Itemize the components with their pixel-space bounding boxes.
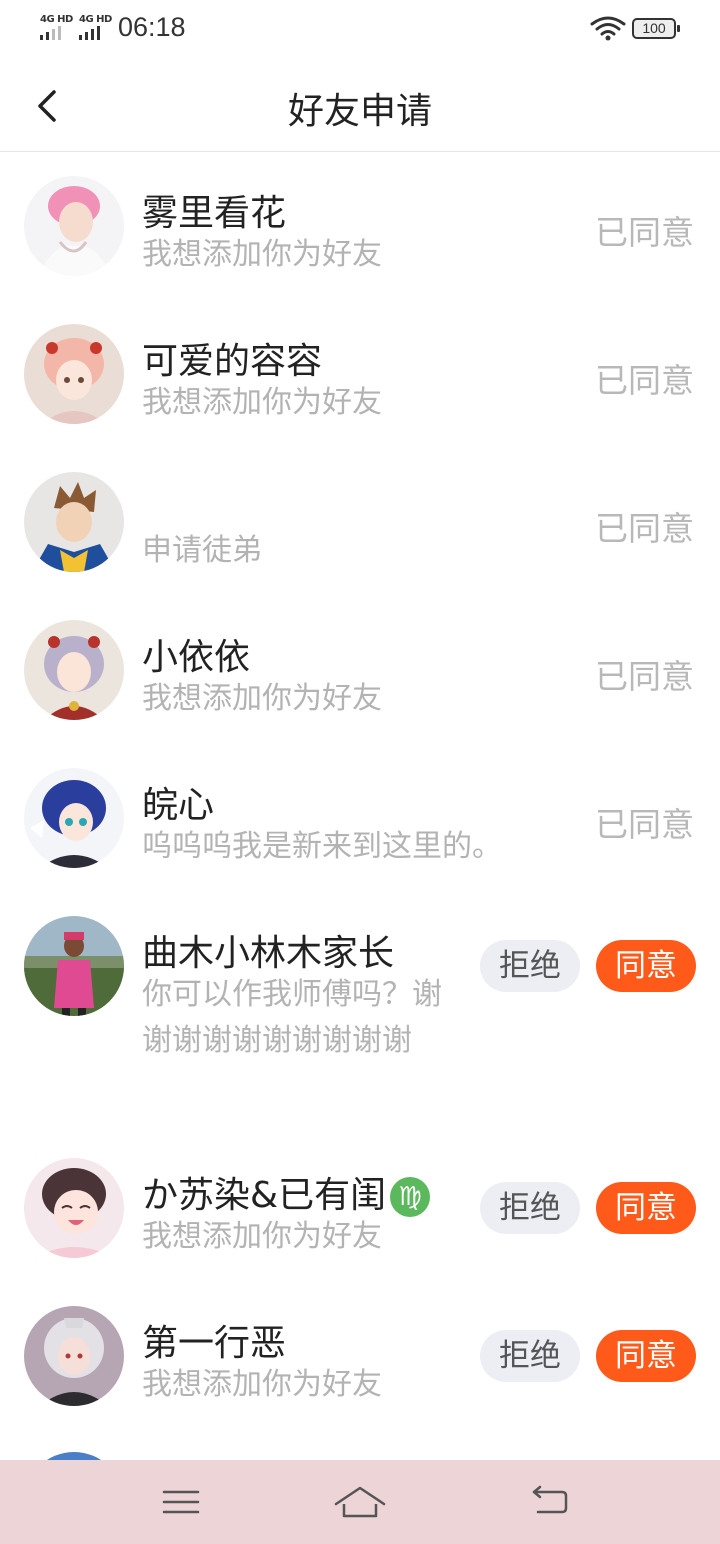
agree-button[interactable]: 同意 <box>596 940 696 992</box>
friend-request-item[interactable]: 可爱的容容 我想添加你为好友 已同意 <box>0 324 720 444</box>
request-status: 已同意 <box>595 361 694 400</box>
request-message: 我想添加你为好友 <box>142 681 382 716</box>
avatar[interactable] <box>24 916 124 1016</box>
avatar[interactable] <box>24 1158 124 1258</box>
clock: 06:18 <box>118 12 186 42</box>
cellular-signal-icon: 4G HD <box>79 14 113 40</box>
friend-request-item[interactable]: 申请徒弟 已同意 <box>0 472 720 592</box>
friend-request-item[interactable]: か苏染&已有闺 ♍ 我想添加你为好友 拒绝 同意 <box>0 1158 720 1278</box>
wifi-icon <box>590 16 626 41</box>
reject-button[interactable]: 拒绝 <box>480 1330 580 1382</box>
requester-name: 皖心 <box>142 785 215 826</box>
network-type-label: 4G HD <box>40 14 73 25</box>
request-status: 已同意 <box>595 213 694 252</box>
request-status: 已同意 <box>595 657 694 696</box>
request-message: 你可以作我师傅吗？谢谢谢谢谢谢谢谢谢谢 <box>142 977 442 1058</box>
friend-request-list: 雾里看花 我想添加你为好友 已同意 可爱的容容 我想添加你为好友 已同意 申请徒… <box>0 152 720 1460</box>
status-bar: 4G HD 4G HD 06:18 100 <box>0 0 720 60</box>
avatar[interactable] <box>24 768 124 868</box>
requester-name: 曲木小林木家长 <box>142 933 395 974</box>
request-message: 我想添加你为好友 <box>142 1219 382 1254</box>
request-status: 已同意 <box>595 805 694 844</box>
battery-indicator: 100 <box>632 18 680 39</box>
friend-request-item[interactable]: 皖心 呜呜呜我是新来到这里的。 已同意 <box>0 768 720 888</box>
menu-icon[interactable] <box>156 1478 206 1526</box>
requester-name: 小依依 <box>142 637 251 678</box>
request-message: 申请徒弟 <box>142 533 262 568</box>
virgo-icon: ♍ <box>390 1177 431 1217</box>
requester-name: 第一行恶 <box>142 1323 287 1364</box>
requester-name: 可爱的容容 <box>142 341 323 382</box>
request-message: 我想添加你为好友 <box>142 237 382 272</box>
request-message: 呜呜呜我是新来到这里的。 <box>142 829 502 864</box>
reject-button[interactable]: 拒绝 <box>480 1182 580 1234</box>
request-status: 已同意 <box>595 509 694 548</box>
app-header: 好友申请 <box>0 60 720 152</box>
network-type-label: 4G HD <box>79 14 112 25</box>
avatar[interactable] <box>24 472 124 572</box>
back-arrow-icon[interactable] <box>524 1478 574 1526</box>
requester-name: か苏染&已有闺 ♍ <box>142 1166 431 1218</box>
cellular-signal-icon: 4G HD <box>40 14 74 40</box>
agree-button[interactable]: 同意 <box>596 1330 696 1382</box>
friend-request-item[interactable]: 曲木小林木家长 你可以作我师傅吗？谢谢谢谢谢谢谢谢谢谢 拒绝 同意 <box>0 916 720 1116</box>
avatar[interactable] <box>24 1306 124 1406</box>
home-icon[interactable] <box>332 1478 388 1526</box>
friend-request-item[interactable]: 第一行恶 我想添加你为好友 拒绝 同意 <box>0 1306 720 1426</box>
friend-request-item[interactable]: 小依依 我想添加你为好友 已同意 <box>0 620 720 740</box>
avatar[interactable] <box>24 324 124 424</box>
requester-name: 雾里看花 <box>142 193 287 234</box>
page-title: 好友申请 <box>287 91 432 132</box>
friend-request-item[interactable]: 雾里看花 我想添加你为好友 已同意 <box>0 176 720 296</box>
requester-name-text: か苏染&已有闺 <box>142 1175 387 1216</box>
request-message: 我想添加你为好友 <box>142 385 382 420</box>
agree-button[interactable]: 同意 <box>596 1182 696 1234</box>
request-message: 我想添加你为好友 <box>142 1367 382 1402</box>
reject-button[interactable]: 拒绝 <box>480 940 580 992</box>
avatar[interactable] <box>24 620 124 720</box>
avatar[interactable] <box>24 176 124 276</box>
system-nav-bar <box>0 1460 720 1544</box>
avatar[interactable] <box>24 1452 124 1460</box>
